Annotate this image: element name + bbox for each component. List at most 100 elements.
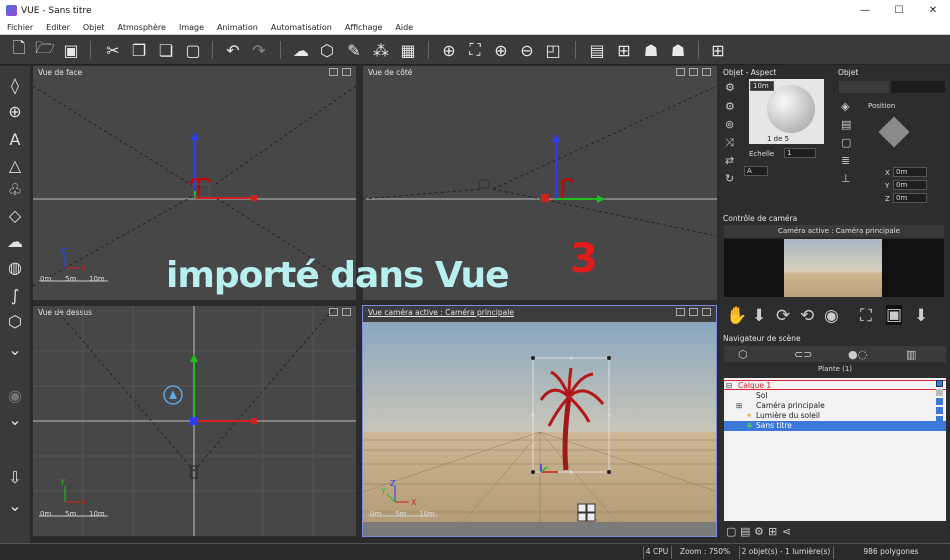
cube-icon[interactable]: ⬡ [2, 310, 28, 332]
add-icon[interactable]: ⊞ [613, 39, 635, 61]
expand-icon[interactable]: ◰ [542, 39, 564, 61]
tree-item-plant[interactable]: ♣ Sans titre [724, 421, 946, 431]
boolean-icon[interactable]: ◉ [2, 384, 28, 406]
menu-aide[interactable]: Aide [395, 23, 413, 32]
duplicate-icon[interactable]: ▢ [182, 39, 204, 61]
plant-icon[interactable]: ♧ [2, 178, 28, 200]
redo-icon[interactable]: ↷ [248, 39, 270, 61]
water-icon[interactable]: ◊ [2, 74, 28, 96]
npr-render-icon[interactable]: ☗ [640, 39, 662, 61]
tree-item-layer[interactable]: ⊟ Calque 1 [724, 380, 946, 390]
planet-icon[interactable]: ◍ [2, 256, 28, 278]
gear-icon[interactable]: ⚙ [754, 525, 764, 538]
materials-tab-icon[interactable]: ●◌ [848, 348, 867, 361]
maximize-view-icon[interactable] [702, 308, 711, 316]
lines-icon[interactable] [689, 308, 698, 316]
visual-tab[interactable] [891, 81, 945, 93]
terrain-icon[interactable]: △ [2, 154, 28, 176]
cube-icon[interactable] [676, 308, 685, 316]
maximize-button[interactable]: ☐ [882, 0, 916, 21]
menu-objet[interactable]: Objet [83, 23, 105, 32]
globe-icon[interactable]: ⊕ [438, 39, 460, 61]
new-page-icon[interactable]: ▢ [726, 525, 736, 538]
down-arrow-icon[interactable]: ⬇ [752, 306, 766, 326]
library-tab-icon[interactable]: ▥ [906, 348, 916, 361]
position-icon[interactable]: ◈ [841, 100, 849, 113]
page-icon[interactable]: ▤ [841, 118, 851, 131]
share-icon[interactable]: ⋖ [782, 525, 791, 538]
tree-item-sun[interactable]: ✶ Lumière du soleil [724, 411, 946, 421]
paste-icon[interactable]: ❏ [155, 39, 177, 61]
close-button[interactable]: ✕ [916, 0, 950, 21]
camera-icon[interactable]: ◉ [824, 306, 839, 326]
expand-more-icon[interactable]: ⌄ [2, 408, 28, 430]
layers-icon[interactable]: ▤ [740, 525, 750, 538]
menu-atmosphere[interactable]: Atmosphère [118, 23, 166, 32]
link-tab-icon[interactable]: ⊂⊃ [794, 348, 812, 361]
tree-item-ground[interactable]: Sol [724, 391, 946, 401]
ecosystem-icon[interactable]: ⁂ [370, 39, 392, 61]
object-icon[interactable]: ⬡ [316, 39, 338, 61]
refresh-icon[interactable]: ↻ [725, 172, 734, 185]
render-settings-icon[interactable]: ☗ [667, 39, 689, 61]
save-camera-icon[interactable]: ⬇ [914, 306, 928, 326]
layout-icon[interactable]: ⊞ [707, 39, 729, 61]
material-icon[interactable]: ⊚ [725, 118, 734, 131]
hand-icon[interactable]: ✋ [726, 306, 747, 326]
focus-icon[interactable]: ⛶ [860, 306, 872, 326]
rock-icon[interactable]: ◇ [2, 204, 28, 226]
expand-more-icon[interactable]: ⌄ [2, 494, 28, 516]
cut-icon[interactable]: ✂ [102, 39, 124, 61]
menu-fichier[interactable]: Fichier [7, 23, 33, 32]
scale-input[interactable]: 1 [784, 148, 816, 158]
gear-icon[interactable]: ⚙ [725, 100, 735, 113]
menu-automatisation[interactable]: Automatisation [271, 23, 332, 32]
menu-image[interactable]: Image [179, 23, 204, 32]
gear-icon[interactable]: ⚙ [725, 81, 735, 94]
top-viewport[interactable]: Vue de dessus Y X 0m 5m 10m [33, 306, 356, 536]
material-select[interactable]: A [744, 166, 768, 176]
image-icon[interactable]: ▢ [841, 136, 851, 149]
render-icon[interactable]: ▤ [586, 39, 608, 61]
menu-affichage[interactable]: Affichage [345, 23, 383, 32]
layers-icon[interactable]: ≣ [841, 154, 850, 167]
orbit-icon[interactable]: ⟲ [800, 306, 814, 326]
expand-more-icon[interactable]: ⌄ [2, 338, 28, 360]
save-icon[interactable]: ▣ [60, 39, 82, 61]
material-preview[interactable]: 10m 1 de 5 [749, 79, 824, 144]
mix-icon[interactable]: ⤨ [725, 136, 734, 150]
sphere-icon[interactable]: ⊕ [2, 100, 28, 122]
menu-animation[interactable]: Animation [217, 23, 258, 32]
lock-icon[interactable]: ▣ [886, 305, 903, 325]
new-file-icon[interactable]: 🗋 [8, 38, 30, 61]
swap-icon[interactable]: ⇄ [725, 154, 734, 167]
numeric-tab[interactable] [839, 81, 889, 93]
copy-icon[interactable]: ❐ [128, 39, 150, 61]
zoom-out-icon[interactable]: ⊖ [516, 39, 538, 61]
film-icon[interactable]: ▦ [397, 39, 419, 61]
position-gizmo[interactable] [878, 116, 910, 148]
material-icon[interactable]: ✎ [343, 39, 365, 61]
x-input[interactable]: 0m [893, 167, 927, 177]
objects-tab-icon[interactable]: ⬡ [738, 348, 748, 361]
minimize-button[interactable]: — [848, 0, 882, 21]
hierarchy-icon[interactable]: ⊞ [768, 525, 777, 538]
viewport-title[interactable]: Vue caméra active : Caméra principale [363, 306, 716, 318]
frame-icon[interactable]: ⛶ [464, 39, 486, 61]
camera-viewport[interactable]: Vue caméra active : Caméra principale Z … [362, 305, 717, 537]
tree-item-camera[interactable]: ⊞ Caméra principale [724, 401, 946, 411]
z-input[interactable]: 0m [893, 193, 927, 203]
import-icon[interactable]: ⇩ [2, 466, 28, 488]
axis-icon[interactable]: ⊥ [841, 172, 851, 185]
atmosphere-icon[interactable]: ☁ [290, 39, 312, 61]
active-camera-label[interactable]: Caméra active : Caméra principale [778, 227, 900, 235]
undo-icon[interactable]: ↶ [222, 39, 244, 61]
preview-size-select[interactable]: 10m [750, 81, 774, 91]
menu-editer[interactable]: Editer [46, 23, 70, 32]
rotate-icon[interactable]: ⟳ [776, 306, 790, 326]
y-input[interactable]: 0m [893, 180, 927, 190]
text-icon[interactable]: A [2, 128, 28, 150]
cloud-icon[interactable]: ☁ [2, 230, 28, 252]
open-folder-icon[interactable]: 🗁 [34, 38, 56, 61]
zoom-in-icon[interactable]: ⊕ [490, 39, 512, 61]
